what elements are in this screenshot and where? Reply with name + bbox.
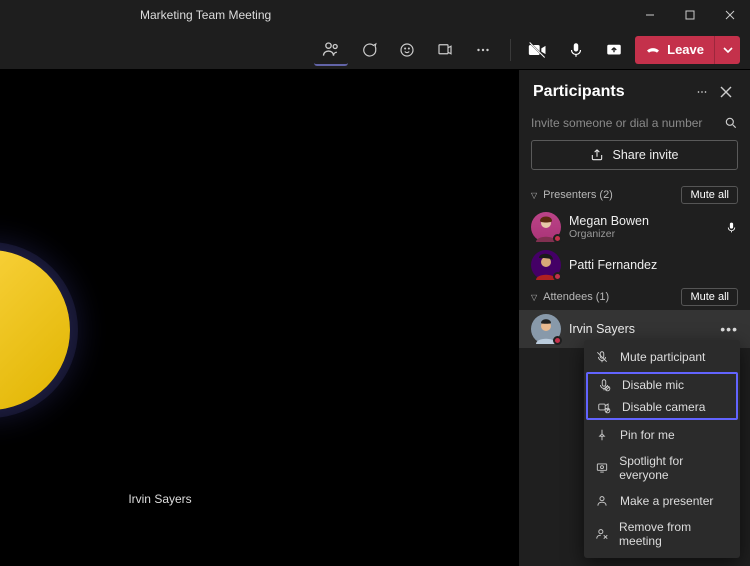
mute-all-presenters-button[interactable]: Mute all — [681, 186, 738, 204]
leave-button[interactable]: Leave — [635, 36, 740, 64]
rooms-icon[interactable] — [428, 34, 462, 66]
meeting-toolbar: Leave — [0, 30, 750, 70]
presenter-name: Patti Fernandez — [569, 258, 657, 272]
participants-icon[interactable] — [314, 34, 348, 66]
toolbar-separator — [510, 39, 511, 61]
chevron-down-icon — [723, 45, 733, 55]
avatar — [531, 314, 561, 344]
hangup-icon — [645, 42, 661, 58]
attendees-header[interactable]: ▽ Attendees (1) Mute all — [519, 284, 750, 310]
avatar — [531, 212, 561, 242]
participant-bubble-partial[interactable] — [0, 250, 70, 410]
panel-close-icon[interactable] — [714, 80, 738, 104]
presenter-sub: Organizer — [569, 228, 649, 240]
maximize-button[interactable] — [670, 0, 710, 30]
presenter-icon — [594, 494, 610, 508]
close-button[interactable] — [710, 0, 750, 30]
mic-disable-icon — [596, 378, 612, 392]
leave-label: Leave — [667, 42, 704, 57]
mic-icon — [725, 221, 738, 234]
window-titlebar: Marketing Team Meeting — [0, 0, 750, 30]
participant-context-menu: Mute participant Disable mic Disable cam… — [584, 340, 740, 558]
reactions-icon[interactable] — [390, 34, 424, 66]
presenter-row[interactable]: Megan Bowen Organizer — [519, 208, 750, 246]
video-stage: Irvin Sayers — [0, 70, 518, 566]
mic-off-icon — [594, 350, 610, 364]
minimize-button[interactable] — [630, 0, 670, 30]
more-actions-icon[interactable] — [466, 34, 500, 66]
participants-panel: Participants Invite someone or dial a nu… — [518, 70, 750, 566]
window-title: Marketing Team Meeting — [140, 8, 271, 22]
presenter-row[interactable]: Patti Fernandez — [519, 246, 750, 284]
leave-chevron[interactable] — [714, 36, 740, 64]
avatar — [531, 250, 561, 280]
panel-more-icon[interactable] — [690, 80, 714, 104]
invite-search[interactable]: Invite someone or dial a number — [519, 116, 750, 140]
share-invite-button[interactable]: Share invite — [531, 140, 738, 170]
ctx-highlighted-group: Disable mic Disable camera — [586, 372, 738, 420]
share-screen-icon[interactable] — [597, 34, 631, 66]
attendees-label: Attendees (1) — [543, 291, 609, 303]
camera-disable-icon — [596, 400, 612, 414]
presenter-name: Megan Bowen — [569, 214, 649, 228]
collapse-icon: ▽ — [531, 191, 537, 200]
chat-icon[interactable] — [352, 34, 386, 66]
collapse-icon: ▽ — [531, 293, 537, 302]
mute-all-attendees-button[interactable]: Mute all — [681, 288, 738, 306]
mic-icon[interactable] — [559, 34, 593, 66]
ctx-spotlight[interactable]: Spotlight for everyone — [584, 448, 740, 488]
ctx-pin[interactable]: Pin for me — [584, 422, 740, 448]
search-placeholder: Invite someone or dial a number — [531, 116, 724, 130]
presenters-header[interactable]: ▽ Presenters (2) Mute all — [519, 182, 750, 208]
camera-off-icon[interactable] — [521, 34, 555, 66]
featured-name: Irvin Sayers — [85, 492, 235, 506]
remove-icon — [594, 527, 609, 541]
share-invite-label: Share invite — [612, 148, 678, 162]
panel-title: Participants — [533, 83, 690, 101]
presenters-label: Presenters (2) — [543, 189, 613, 201]
ctx-mute-participant[interactable]: Mute participant — [584, 344, 740, 370]
ctx-disable-camera[interactable]: Disable camera — [588, 396, 736, 418]
attendee-more-button[interactable]: ••• — [720, 321, 738, 337]
pin-icon — [594, 428, 610, 442]
ctx-remove[interactable]: Remove from meeting — [584, 514, 740, 554]
share-icon — [590, 148, 604, 162]
ctx-make-presenter[interactable]: Make a presenter — [584, 488, 740, 514]
search-icon — [724, 116, 738, 130]
attendee-name: Irvin Sayers — [569, 322, 635, 336]
spotlight-icon — [594, 461, 609, 475]
ctx-disable-mic[interactable]: Disable mic — [588, 374, 736, 396]
